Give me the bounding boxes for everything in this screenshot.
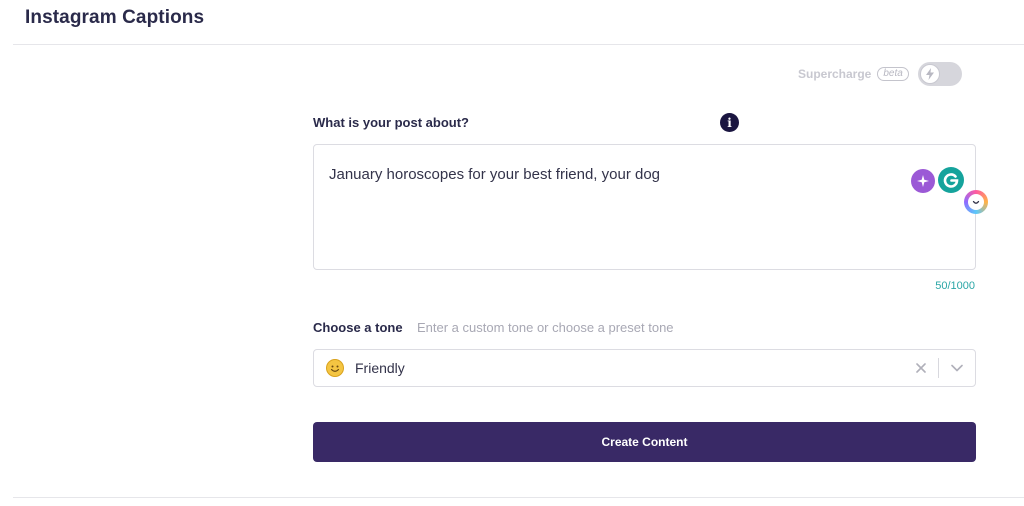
tone-select[interactable]: Friendly [313, 349, 976, 387]
tone-selected-value: Friendly [355, 360, 405, 376]
post-about-textarea[interactable]: January horoscopes for your best friend,… [313, 144, 976, 270]
chevron-down-icon[interactable] [948, 359, 966, 377]
page-title: Instagram Captions [25, 7, 205, 28]
beta-badge: beta [877, 67, 909, 81]
create-content-button[interactable]: Create Content [313, 422, 976, 462]
page: Instagram Captions Supercharge beta What… [0, 0, 1024, 506]
post-about-text[interactable]: January horoscopes for your best friend,… [329, 166, 660, 183]
tone-label: Choose a tone [313, 320, 403, 335]
tone-hint: Enter a custom tone or choose a preset t… [417, 320, 674, 335]
char-count: 50/1000 [935, 280, 975, 292]
smiling-face-icon [326, 359, 344, 377]
grammarly-icon[interactable] [938, 167, 964, 193]
supercharge-toggle[interactable] [917, 62, 962, 86]
header-divider [13, 44, 1024, 45]
select-separator [938, 358, 939, 378]
clear-icon[interactable] [912, 359, 930, 377]
supercharge-row: Supercharge beta [798, 62, 962, 86]
supercharge-label: Supercharge [798, 67, 872, 81]
footer-divider [13, 497, 1024, 498]
info-icon[interactable]: i [720, 113, 739, 132]
sparkle-icon[interactable] [911, 169, 935, 193]
post-about-label: What is your post about? [313, 115, 469, 130]
bolt-icon [919, 64, 940, 84]
assistant-icon[interactable] [964, 190, 988, 214]
